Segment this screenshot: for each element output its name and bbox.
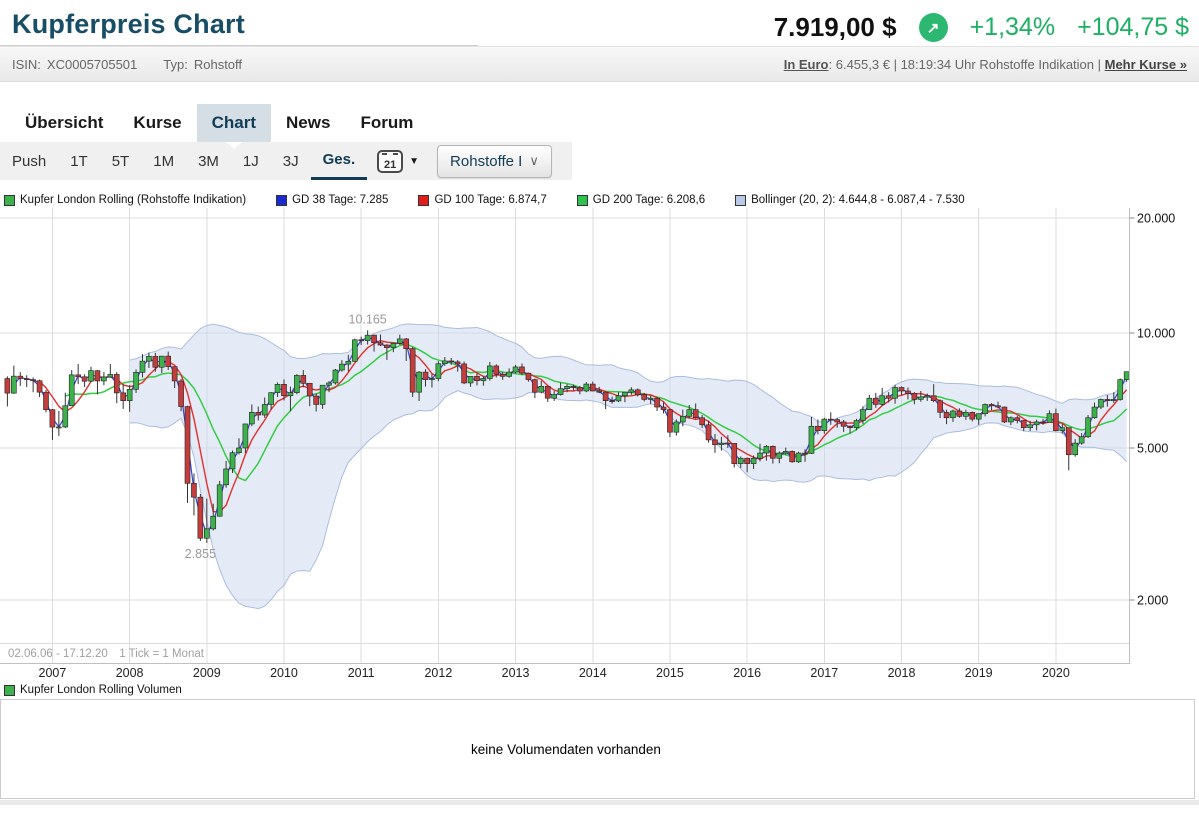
page-title: Kupferpreis Chart bbox=[12, 9, 245, 39]
tab-kurse[interactable]: Kurse bbox=[118, 104, 196, 142]
price-area: 7.919,00 $ ↗ +1,34% +104,75 $ bbox=[774, 12, 1189, 43]
price-chart-svg[interactable]: 20.000 10.000 5.000 2.000 2007 2008 2009 2010 20… bbox=[0, 208, 1199, 682]
svg-text:2013: 2013 bbox=[502, 666, 530, 680]
volume-panel: keine Volumendaten vorhanden bbox=[0, 699, 1195, 799]
euro-value: : 6.455,3 € bbox=[829, 57, 890, 72]
current-price: 7.919,00 $ bbox=[774, 12, 897, 43]
svg-text:2010: 2010 bbox=[270, 666, 298, 680]
series-swatch bbox=[577, 195, 588, 206]
svg-text:02.06.06 - 17.12.20 1 Tick =: 02.06.06 - 17.12.20 1 Tick = 1 Monat bbox=[8, 648, 205, 660]
chart-legend: Kupfer London Rolling (Rohstoffe Indikat… bbox=[4, 194, 1199, 206]
separator: | bbox=[890, 57, 901, 72]
info-bar: ISIN: XC0005705501 Typ: Rohstoff In Euro: 6… bbox=[0, 46, 1199, 82]
quote-info-block: In Euro: 6.455,3 € | 18:19:34 Uhr Rohsto… bbox=[784, 57, 1187, 72]
volume-legend: Kupfer London Rolling Volumen bbox=[4, 684, 1199, 696]
range-5t[interactable]: 5T bbox=[100, 142, 142, 180]
header: Kupferpreis Chart 7.919,00 $ ↗ +1,34% +1… bbox=[0, 0, 1199, 46]
page-bottom-strip bbox=[0, 800, 1199, 805]
in-euro-link[interactable]: In Euro bbox=[784, 57, 829, 72]
svg-text:2016: 2016 bbox=[733, 666, 761, 680]
svg-text:2012: 2012 bbox=[424, 666, 452, 680]
svg-text:2014: 2014 bbox=[579, 666, 607, 680]
legend-item-gd200: GD 200 Tage: 6.208,6 bbox=[577, 194, 705, 206]
range-1t[interactable]: 1T bbox=[58, 142, 100, 180]
mehr-kurse-link[interactable]: Mehr Kurse » bbox=[1105, 57, 1187, 72]
isin-value: XC0005705501 bbox=[47, 57, 137, 72]
svg-text:2018: 2018 bbox=[888, 666, 916, 680]
range-gesamt[interactable]: Ges. bbox=[311, 142, 368, 180]
tab-news[interactable]: News bbox=[271, 104, 345, 142]
svg-text:2007: 2007 bbox=[39, 666, 67, 680]
caret-down-icon: ▼ bbox=[409, 156, 419, 167]
range-push[interactable]: Push bbox=[0, 142, 58, 180]
typ-value: Rohstoff bbox=[194, 57, 242, 72]
change-percent: +1,34% bbox=[970, 13, 1056, 42]
chart-toolbar: Push 1T 5T 1M 3M 1J 3J Ges. 21 ▼ Rohstof… bbox=[0, 142, 572, 180]
isin-label: ISIN: bbox=[12, 57, 41, 72]
legend-item-gd38: GD 38 Tage: 7.285 bbox=[276, 194, 388, 206]
chevron-down-icon: ∨ bbox=[529, 153, 539, 169]
change-absolute: +104,75 $ bbox=[1077, 13, 1189, 42]
calendar-icon: 21 bbox=[377, 150, 403, 173]
range-3m[interactable]: 3M bbox=[186, 142, 231, 180]
svg-text:2017: 2017 bbox=[810, 666, 838, 680]
svg-text:2.000: 2.000 bbox=[1137, 594, 1168, 608]
legend-item-kupfer: Kupfer London Rolling (Rohstoffe Indikat… bbox=[4, 194, 246, 206]
svg-text:2015: 2015 bbox=[656, 666, 684, 680]
trend-up-icon: ↗ bbox=[919, 13, 948, 42]
svg-text:2020: 2020 bbox=[1042, 666, 1070, 680]
volume-legend-label: Kupfer London Rolling Volumen bbox=[20, 684, 182, 696]
tab-bar: Übersicht Kurse Chart News Forum bbox=[0, 104, 1199, 142]
isin-typ-block: ISIN: XC0005705501 Typ: Rohstoff bbox=[12, 57, 248, 72]
calendar-picker[interactable]: 21 ▼ bbox=[377, 150, 419, 173]
svg-text:10.165: 10.165 bbox=[349, 312, 387, 326]
legend-item-gd100: GD 100 Tage: 6.874,7 bbox=[418, 194, 546, 206]
series-swatch bbox=[735, 195, 746, 206]
svg-text:2019: 2019 bbox=[965, 666, 993, 680]
volume-empty-message: keine Volumendaten vorhanden bbox=[1, 742, 1131, 757]
svg-text:2008: 2008 bbox=[116, 666, 144, 680]
series-swatch bbox=[4, 195, 15, 206]
separator: | bbox=[1094, 57, 1105, 72]
instrument-select[interactable]: Rohstoffe I ∨ bbox=[437, 145, 552, 178]
range-3j[interactable]: 3J bbox=[271, 142, 311, 180]
svg-text:10.000: 10.000 bbox=[1137, 327, 1175, 341]
svg-text:2011: 2011 bbox=[348, 666, 375, 680]
instrument-select-value: Rohstoffe I bbox=[450, 153, 522, 170]
page-title-block: Kupferpreis Chart bbox=[0, 0, 478, 46]
time-info: 18:19:34 Uhr Rohstoffe Indikation bbox=[901, 57, 1094, 72]
tab-chart[interactable]: Chart bbox=[197, 104, 271, 142]
volume-swatch bbox=[4, 685, 15, 696]
svg-text:20.000: 20.000 bbox=[1137, 212, 1175, 226]
tab-forum[interactable]: Forum bbox=[345, 104, 428, 142]
typ-label: Typ: bbox=[163, 57, 188, 72]
series-swatch bbox=[418, 195, 429, 206]
svg-text:2009: 2009 bbox=[193, 666, 221, 680]
range-1m[interactable]: 1M bbox=[141, 142, 186, 180]
legend-item-bollinger: Bollinger (20, 2): 4.644,8 - 6.087,4 - 7… bbox=[735, 194, 965, 206]
tab-uebersicht[interactable]: Übersicht bbox=[10, 104, 118, 142]
price-chart-area[interactable]: 20.000 10.000 5.000 2.000 2007 2008 2009 2010 20… bbox=[0, 208, 1199, 682]
svg-text:2.855: 2.855 bbox=[185, 547, 216, 561]
page: { "header": { "title": "Kupferpreis Char… bbox=[0, 0, 1199, 805]
series-swatch bbox=[276, 195, 287, 206]
svg-text:5.000: 5.000 bbox=[1137, 441, 1168, 455]
